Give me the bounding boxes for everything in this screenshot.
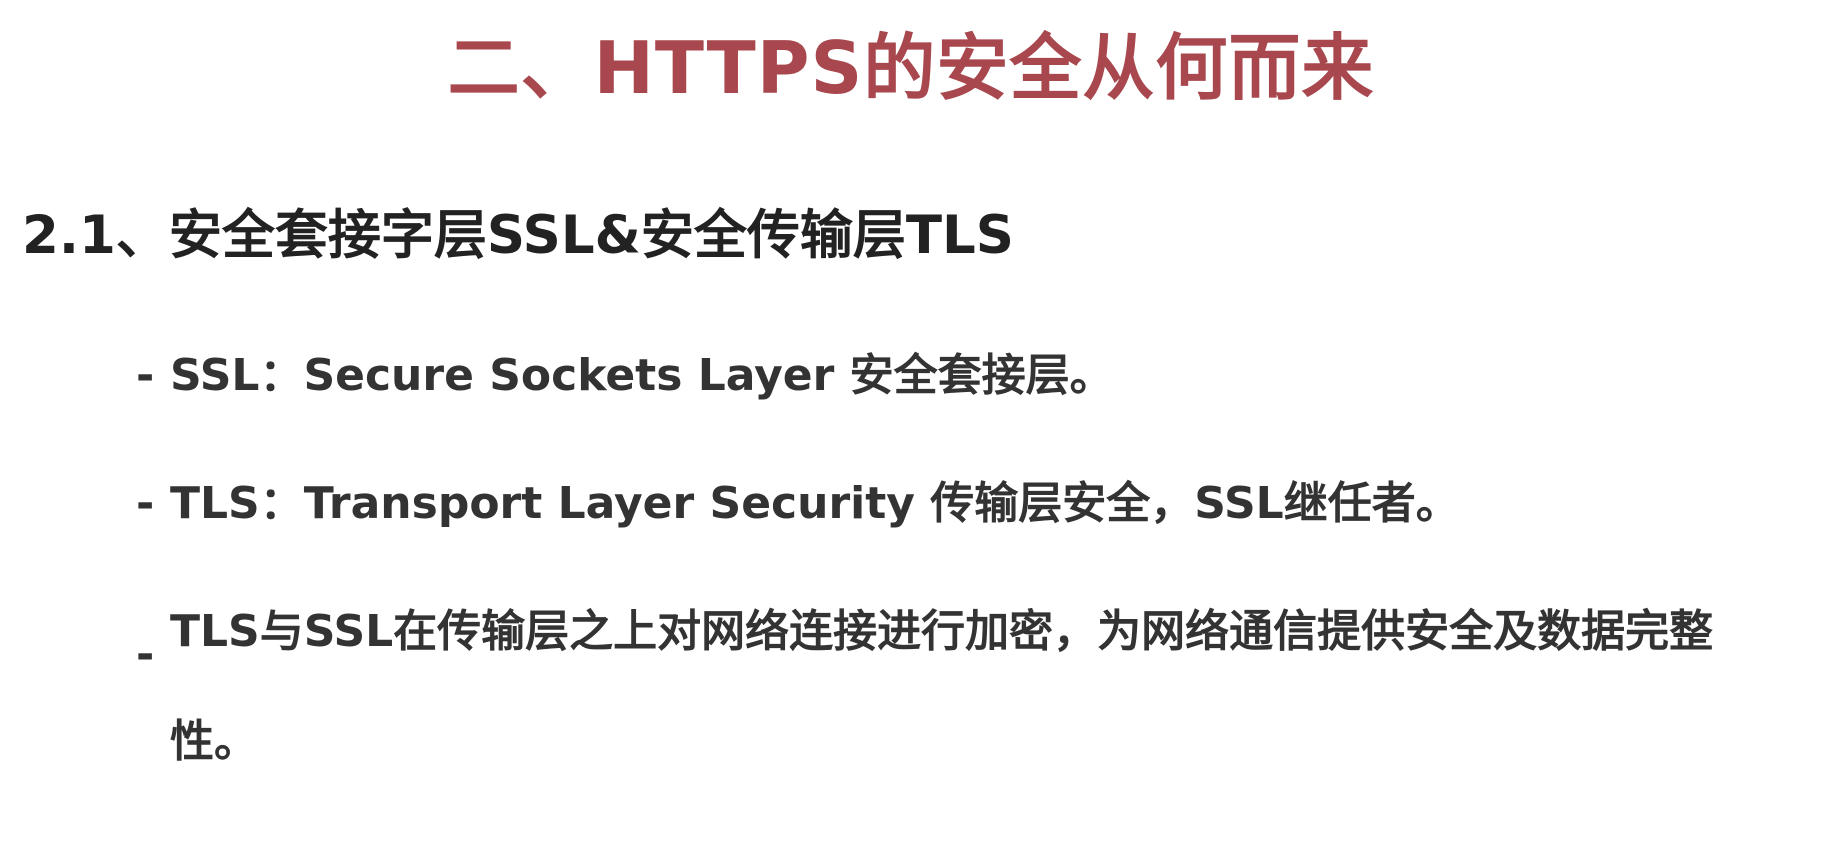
bullet-item-tls: - TLS：Transport Layer Security 传输层安全，SSL… — [136, 472, 1796, 536]
bullet-text: TLS与SSL在传输层之上对网络连接进行加密，为网络通信提供安全及数据完整性。 — [170, 606, 1714, 767]
slide-title: 二、HTTPS的安全从何而来 — [447, 26, 1375, 110]
bullet-item-ssl: - SSL：Secure Sockets Layer 安全套接层。 — [136, 344, 1796, 408]
bullet-dash: - — [136, 478, 155, 529]
slide: 二、HTTPS的安全从何而来 2.1、安全套接字层SSL&安全传输层TLS - … — [0, 0, 1822, 852]
bullet-text: TLS：Transport Layer Security 传输层安全，SSL继任… — [170, 478, 1460, 529]
bullet-item-encryption: - TLS与SSL在传输层之上对网络连接进行加密，为网络通信提供安全及数据完整性… — [136, 577, 1796, 797]
bullet-dash: - — [136, 629, 155, 680]
section-heading: 2.1、安全套接字层SSL&安全传输层TLS — [22, 205, 1014, 266]
bullet-text: SSL：Secure Sockets Layer 安全套接层。 — [170, 350, 1114, 401]
bullet-dash: - — [136, 350, 155, 401]
bullet-list: - SSL：Secure Sockets Layer 安全套接层。 - TLS：… — [136, 344, 1796, 852]
